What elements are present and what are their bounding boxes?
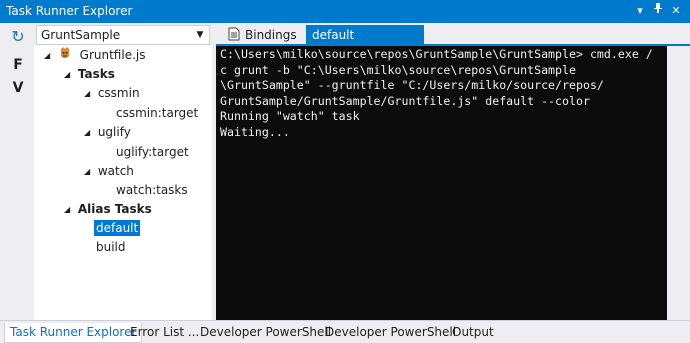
collapse-icon[interactable]: ◢ bbox=[64, 65, 74, 84]
collapse-icon[interactable]: ◢ bbox=[84, 123, 94, 142]
close-window-icon[interactable]: ✕ bbox=[668, 2, 684, 20]
console-line: GruntSample/GruntSample/Gruntfile.js" de… bbox=[220, 93, 590, 108]
collapse-icon[interactable]: ◢ bbox=[44, 46, 54, 65]
bottom-tab-developer-powershell-1[interactable]: Developer PowerShell bbox=[200, 323, 331, 343]
bottom-tab-bar: Task Runner Explorer Error List ... Deve… bbox=[0, 320, 690, 343]
collapse-icon[interactable]: ◢ bbox=[84, 162, 94, 181]
window-title: Task Runner Explorer bbox=[6, 4, 133, 18]
console-line: \GruntSample" --gruntfile "C:/Users/milk… bbox=[220, 78, 604, 92]
grunt-icon bbox=[58, 47, 72, 61]
task-tree: ◢ Gruntfile.js ◢ Tasks ◢ cssmin cssmin:t… bbox=[34, 45, 212, 320]
tree-node-cssmin[interactable]: ◢ cssmin bbox=[84, 84, 140, 103]
console-line: Waiting... bbox=[220, 124, 290, 139]
tree-node-uglify-target[interactable]: uglify:target bbox=[116, 143, 189, 162]
console-line: C:\Users\milko\source\repos\GruntSample\… bbox=[220, 47, 653, 61]
tree-node-watch-tasks[interactable]: watch:tasks bbox=[116, 181, 188, 200]
output-tabs: Bindings default (running)✕ bbox=[216, 23, 690, 63]
refresh-icon[interactable]: ↻ bbox=[8, 27, 28, 47]
v-button[interactable]: V bbox=[8, 78, 28, 98]
tree-node-label: build bbox=[96, 240, 126, 254]
dropdown-arrow-icon[interactable]: ▾ bbox=[632, 2, 648, 20]
tree-node-label: cssmin:target bbox=[116, 106, 199, 120]
console-line: Running "watch" task bbox=[220, 109, 360, 123]
project-select[interactable]: GruntSample ▼ bbox=[36, 25, 210, 45]
collapse-icon[interactable]: ◢ bbox=[84, 84, 94, 103]
title-bar: Task Runner Explorer ▾ ✕ bbox=[0, 0, 690, 23]
left-toolbar: ↻ F V bbox=[0, 23, 34, 320]
chevron-down-icon: ▼ bbox=[196, 30, 204, 40]
tree-node-label: watch bbox=[97, 164, 134, 178]
document-icon bbox=[228, 27, 240, 41]
tree-node-label: cssmin bbox=[97, 86, 140, 100]
tree-node-alias-tasks[interactable]: ◢ Alias Tasks bbox=[64, 200, 152, 219]
console-output[interactable]: C:\Users\milko\source\repos\GruntSample\… bbox=[216, 46, 667, 320]
tab-label: Bindings bbox=[245, 28, 297, 42]
tree-node-uglify[interactable]: ◢ uglify bbox=[84, 123, 131, 142]
tree-node-label: default bbox=[94, 220, 141, 236]
tree-node-label: Tasks bbox=[77, 67, 115, 81]
bottom-tab-output[interactable]: Output bbox=[452, 323, 494, 343]
tree-node-tasks[interactable]: ◢ Tasks bbox=[64, 65, 115, 84]
tree-node-label: Gruntfile.js bbox=[79, 48, 146, 62]
tree-node-watch[interactable]: ◢ watch bbox=[84, 162, 134, 181]
vertical-scrollbar[interactable] bbox=[667, 46, 686, 320]
tab-default-running[interactable]: default (running)✕ bbox=[306, 25, 424, 63]
bottom-tab-task-runner-explorer[interactable]: Task Runner Explorer bbox=[4, 323, 143, 343]
tree-node-label: uglify bbox=[97, 125, 131, 139]
tree-node-cssmin-target[interactable]: cssmin:target bbox=[116, 104, 198, 123]
tree-node-gruntfile[interactable]: ◢ Gruntfile.js bbox=[44, 46, 145, 65]
tree-node-default[interactable]: default bbox=[94, 219, 141, 238]
tree-node-label: watch:tasks bbox=[116, 183, 188, 197]
console-line: c grunt -b "C:\Users\milko\source\repos\… bbox=[220, 62, 576, 77]
tree-node-label: Alias Tasks bbox=[77, 202, 152, 216]
tree-node-build[interactable]: build bbox=[96, 238, 126, 257]
bottom-tab-developer-powershell-2[interactable]: Developer PowerShell bbox=[325, 323, 456, 343]
collapse-icon[interactable]: ◢ bbox=[64, 200, 74, 219]
tab-bindings[interactable]: Bindings bbox=[222, 25, 303, 46]
f-button[interactable]: F bbox=[8, 55, 28, 75]
bottom-tab-error-list[interactable]: Error List ... bbox=[130, 323, 199, 343]
tree-node-label: uglify:target bbox=[116, 145, 189, 159]
project-select-value: GruntSample bbox=[41, 28, 121, 42]
pin-icon[interactable] bbox=[650, 2, 666, 20]
